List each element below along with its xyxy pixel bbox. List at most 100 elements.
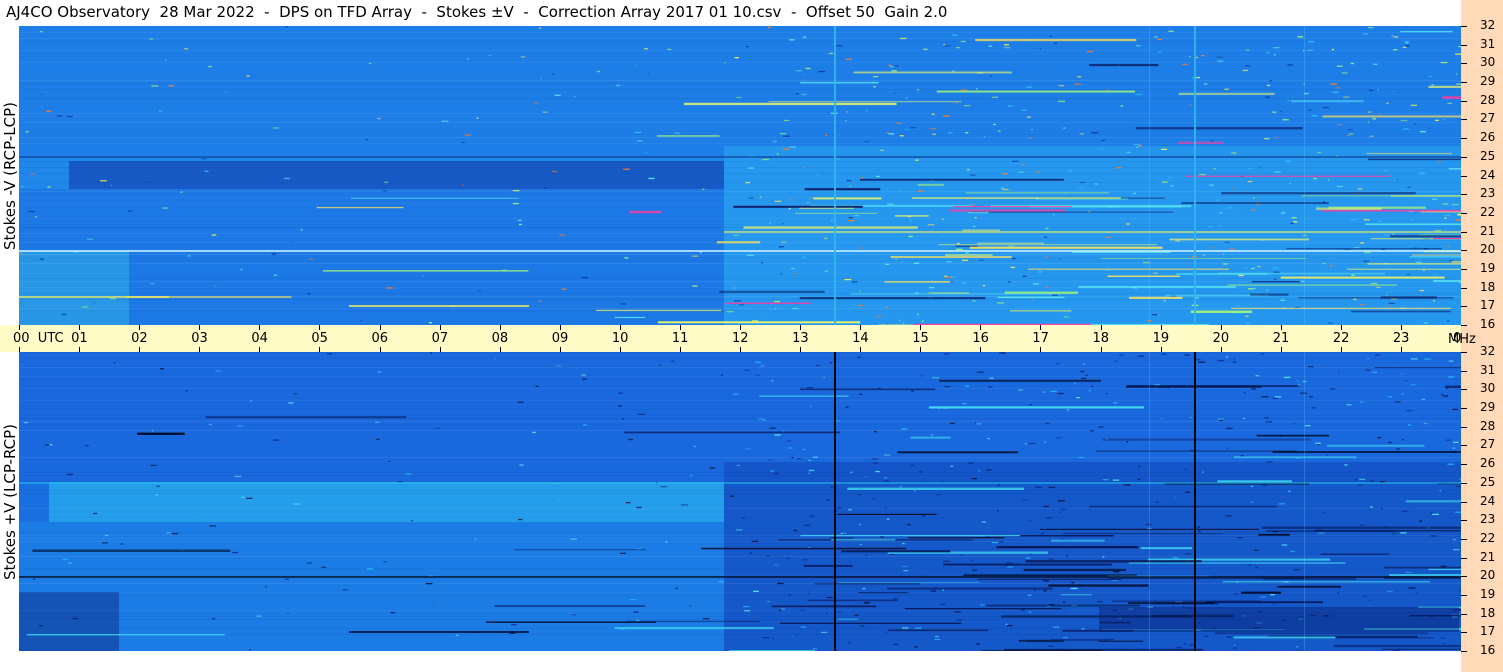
time-tick-mark bbox=[800, 347, 802, 352]
frequency-axis: MHz 32 31 30 29 28 27 26 25 24 23 22 21 20 19 18 17 16 32… bbox=[1448, 0, 1503, 672]
frequency-tick-label: 32 bbox=[1480, 344, 1496, 358]
frequency-tick-mark bbox=[1461, 445, 1467, 447]
frequency-unit-label: MHz bbox=[1448, 332, 1476, 347]
frequency-tick-label: 24 bbox=[1480, 167, 1496, 182]
frequency-tick-mark bbox=[1461, 501, 1467, 503]
time-tick-mark bbox=[920, 325, 922, 330]
time-tick-label: 11 bbox=[671, 331, 689, 346]
time-tick-mark bbox=[1220, 325, 1222, 330]
time-tick-label: 18 bbox=[1092, 331, 1110, 346]
top-panel-ylabel-text: Stokes -V (RCP-LCP) bbox=[0, 101, 19, 250]
frequency-tick-mark bbox=[1461, 370, 1467, 372]
time-tick-mark bbox=[1340, 325, 1342, 330]
time-tick-mark bbox=[19, 325, 20, 330]
time-tick-mark bbox=[740, 347, 741, 352]
time-tick-mark bbox=[259, 325, 261, 330]
time-tick-mark bbox=[920, 347, 922, 352]
spectrogram-bottom bbox=[19, 352, 1461, 651]
time-tick-label: 22 bbox=[1332, 331, 1350, 346]
time-tick-label: 16 bbox=[972, 331, 989, 346]
frequency-tick-label: 26 bbox=[1480, 456, 1496, 471]
time-tick-mark bbox=[79, 325, 81, 330]
frequency-tick-mark bbox=[1461, 306, 1467, 308]
time-tick-mark bbox=[559, 325, 561, 330]
frequency-tick-mark bbox=[1461, 576, 1467, 578]
time-tick-label: 00 UTC bbox=[13, 331, 64, 346]
time-tick-mark bbox=[199, 325, 201, 330]
time-tick-mark bbox=[619, 325, 621, 330]
frequency-tick-label: 31 bbox=[1480, 36, 1496, 51]
time-tick-mark bbox=[1400, 347, 1402, 352]
frequency-tick-label: 17 bbox=[1480, 624, 1496, 639]
time-tick-label: 10 bbox=[611, 331, 629, 346]
frequency-tick-mark bbox=[1461, 26, 1467, 27]
time-tick-label: 19 bbox=[1152, 331, 1170, 346]
frequency-tick-mark bbox=[1461, 520, 1467, 522]
time-tick-label: 01 bbox=[71, 331, 88, 346]
frequency-tick-label: 21 bbox=[1480, 549, 1496, 564]
time-tick-label: 08 bbox=[491, 331, 509, 346]
frequency-tick-mark bbox=[1461, 268, 1467, 270]
time-tick-mark bbox=[1280, 325, 1282, 330]
time-tick-mark bbox=[679, 325, 681, 330]
frequency-tick-mark bbox=[1461, 325, 1467, 326]
frequency-tick-label: 25 bbox=[1480, 148, 1496, 163]
top-panel-ylabel: Stokes -V (RCP-LCP) bbox=[0, 26, 19, 325]
time-tick-mark bbox=[1160, 347, 1162, 352]
frequency-tick-label: 27 bbox=[1480, 111, 1496, 126]
time-tick-label: 12 bbox=[732, 331, 749, 346]
time-tick-label: 05 bbox=[311, 331, 328, 346]
frequency-tick-mark bbox=[1461, 63, 1467, 65]
frequency-tick-mark bbox=[1461, 538, 1467, 540]
frequency-tick-label: 29 bbox=[1480, 74, 1496, 89]
time-axis: 00 UTC 01 02 03 04 05 06 07 08 09 10 11 12 13 14 15 16 17… bbox=[0, 325, 1470, 352]
time-tick-mark bbox=[139, 325, 141, 330]
frequency-tick-mark bbox=[1461, 100, 1467, 102]
time-tick-mark bbox=[860, 347, 862, 352]
frequency-tick-mark bbox=[1461, 287, 1467, 289]
frequency-tick-label: 22 bbox=[1480, 204, 1496, 219]
frequency-tick-mark bbox=[1461, 632, 1467, 634]
frequency-tick-label: 26 bbox=[1480, 130, 1496, 145]
time-tick-mark bbox=[19, 347, 20, 352]
time-tick-mark bbox=[980, 347, 982, 352]
frequency-tick-mark bbox=[1461, 613, 1467, 615]
frequency-tick-mark bbox=[1461, 651, 1467, 652]
frequency-tick-label: 30 bbox=[1480, 55, 1496, 70]
time-tick-label: 21 bbox=[1272, 331, 1290, 346]
frequency-tick-label: 23 bbox=[1480, 186, 1496, 201]
time-tick-mark bbox=[199, 347, 201, 352]
time-tick-mark bbox=[559, 347, 561, 352]
frequency-tick-label: 19 bbox=[1480, 586, 1496, 601]
time-tick-mark bbox=[79, 347, 81, 352]
chart-title: AJ4CO Observatory 28 Mar 2022 - DPS on T… bbox=[6, 3, 948, 21]
time-tick-mark bbox=[980, 325, 982, 330]
time-tick-label: 20 bbox=[1212, 331, 1230, 346]
frequency-tick-label: 23 bbox=[1480, 512, 1496, 527]
frequency-tick-label: 16 bbox=[1480, 643, 1496, 657]
time-tick-mark bbox=[439, 325, 441, 330]
time-tick-label: 07 bbox=[431, 331, 449, 346]
time-tick-label: 17 bbox=[1032, 331, 1049, 346]
time-tick-mark bbox=[139, 347, 141, 352]
time-tick-mark bbox=[499, 347, 501, 352]
time-tick-mark bbox=[1220, 347, 1222, 352]
time-tick-label: 03 bbox=[191, 331, 208, 346]
frequency-tick-mark bbox=[1461, 138, 1467, 140]
time-tick-mark bbox=[1160, 325, 1162, 330]
time-tick-mark bbox=[860, 325, 862, 330]
frequency-tick-label: 16 bbox=[1480, 317, 1496, 331]
frequency-tick-mark bbox=[1461, 352, 1467, 353]
frequency-tick-label: 32 bbox=[1480, 18, 1496, 32]
spectrogram-image bbox=[19, 352, 1461, 651]
frequency-tick-mark bbox=[1461, 594, 1467, 596]
time-tick-mark bbox=[259, 347, 261, 352]
time-tick-mark bbox=[1400, 325, 1402, 330]
time-tick-label: 23 bbox=[1392, 331, 1410, 346]
frequency-tick-label: 31 bbox=[1480, 362, 1496, 377]
time-tick-label: 09 bbox=[551, 331, 569, 346]
frequency-tick-label: 28 bbox=[1480, 92, 1496, 107]
frequency-tick-mark bbox=[1461, 426, 1467, 428]
time-tick-mark bbox=[319, 325, 321, 330]
time-tick-label: 02 bbox=[131, 331, 148, 346]
